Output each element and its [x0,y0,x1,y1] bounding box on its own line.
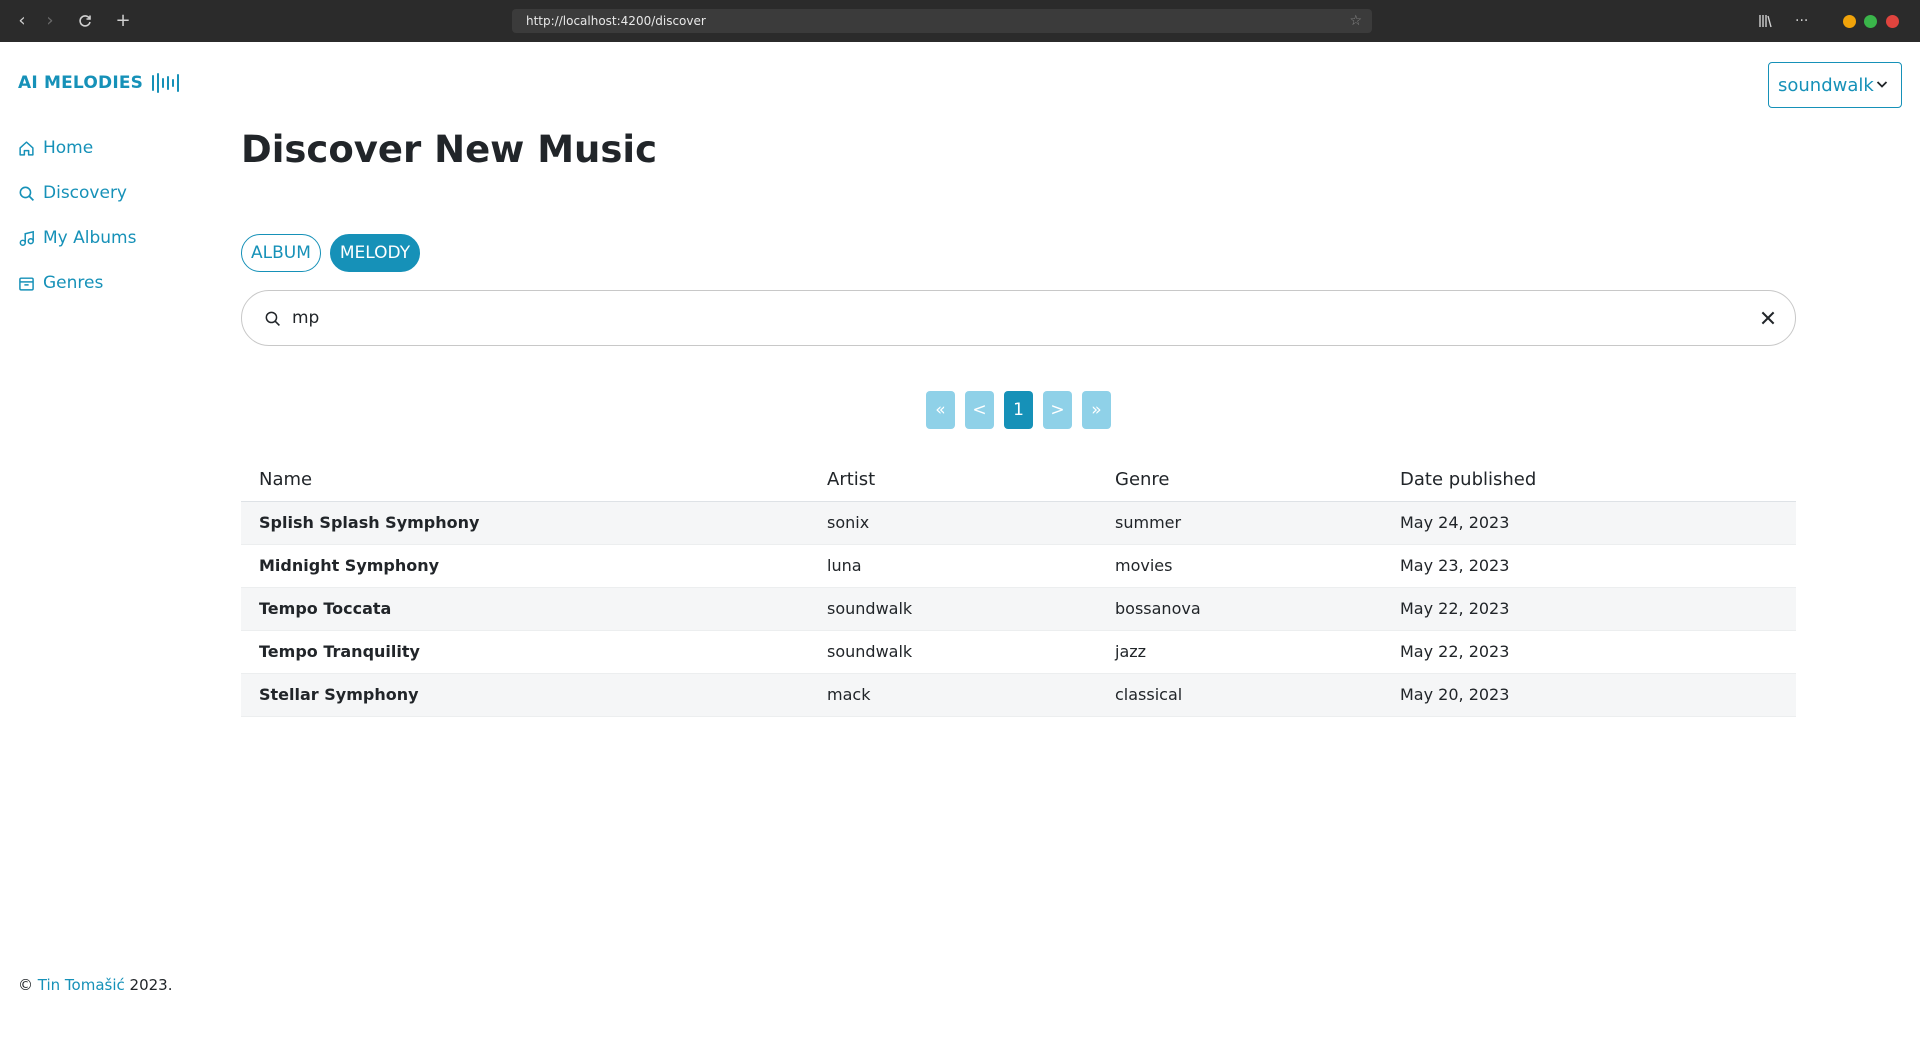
column-header-date[interactable]: Date published [1382,458,1796,502]
melody-name[interactable]: Tempo Tranquility [241,630,809,674]
melody-name[interactable]: Midnight Symphony [241,544,809,588]
melody-artist: soundwalk [809,587,1097,631]
melody-name[interactable]: Stellar Symphony [241,673,809,717]
sidebar-item-home[interactable]: Home [18,135,136,161]
archive-icon [19,276,34,291]
content-type-toggle: ALBUM MELODY [241,234,429,272]
melody-genre: movies [1097,544,1382,588]
menu-dots-icon[interactable]: ··· [1795,9,1808,33]
melody-date: May 23, 2023 [1382,544,1796,588]
melody-toggle-button[interactable]: MELODY [329,234,421,272]
sidebar-item-discovery[interactable]: Discovery [18,180,136,206]
copyright-year: 2023. [129,976,173,994]
forward-icon[interactable]: › [38,9,62,33]
sidebar-item-label: Home [43,138,94,158]
waveform-icon [152,73,180,93]
table-row[interactable]: Tempo Toccata soundwalk bossanova May 22… [241,587,1796,631]
column-header-genre[interactable]: Genre [1097,458,1382,502]
brand-name: AI MELODIES [18,73,144,93]
url-bar[interactable]: http://localhost:4200/discover ☆ [512,9,1372,33]
sidebar-item-my-albums[interactable]: My Albums [18,225,136,251]
melody-artist: luna [809,544,1097,588]
melody-genre: jazz [1097,630,1382,674]
melody-date: May 22, 2023 [1382,587,1796,631]
melody-genre: summer [1097,501,1382,545]
melody-artist: mack [809,673,1097,717]
user-menu-dropdown[interactable]: soundwalk [1768,62,1902,108]
copyright-symbol: © [18,976,33,994]
footer: © Tin Tomašić 2023. [18,976,172,994]
melody-date: May 20, 2023 [1382,673,1796,717]
melody-date: May 22, 2023 [1382,630,1796,674]
table-row[interactable]: Midnight Symphony luna movies May 23, 20… [241,544,1796,588]
minimize-window-icon[interactable] [1843,15,1856,28]
sidebar: Home Discovery My Albums Genres [18,135,136,315]
current-page-button[interactable]: 1 [1004,391,1033,429]
reload-icon[interactable] [73,9,97,33]
new-tab-icon[interactable]: + [111,9,135,33]
maximize-window-icon[interactable] [1864,15,1877,28]
search-icon [19,186,35,201]
previous-page-button[interactable]: < [965,391,994,429]
sidebar-item-label: My Albums [43,228,137,248]
melodies-table: Name Artist Genre Date published Splish … [241,458,1796,717]
clear-search-icon[interactable] [1759,309,1777,327]
melody-date: May 24, 2023 [1382,501,1796,545]
table-header-row: Name Artist Genre Date published [241,458,1796,502]
sidebar-item-label: Genres [43,273,104,293]
close-window-icon[interactable] [1886,15,1899,28]
album-toggle-button[interactable]: ALBUM [241,234,321,272]
first-page-button[interactable]: « [926,391,955,429]
column-header-name[interactable]: Name [241,458,809,502]
sidebar-item-genres[interactable]: Genres [18,270,136,296]
pagination: « < 1 > » [926,391,1121,429]
author-link[interactable]: Tin Tomašić [38,976,125,994]
melody-name[interactable]: Splish Splash Symphony [241,501,809,545]
last-page-button[interactable]: » [1082,391,1111,429]
music-note-icon [19,230,34,246]
table-row[interactable]: Stellar Symphony mack classical May 20, … [241,673,1796,717]
back-icon[interactable]: ‹ [10,9,34,33]
melody-artist: soundwalk [809,630,1097,674]
table-row[interactable]: Splish Splash Symphony sonix summer May … [241,501,1796,545]
page-title: Discover New Music [241,128,658,171]
brand-logo[interactable]: AI MELODIES [18,70,181,96]
search-input[interactable]: mp [292,291,319,345]
browser-toolbar: ‹ › + http://localhost:4200/discover ☆ ·… [0,0,1920,42]
username: soundwalk [1778,74,1874,96]
bookmark-star-icon[interactable]: ☆ [1349,9,1362,33]
column-header-artist[interactable]: Artist [809,458,1097,502]
melody-genre: bossanova [1097,587,1382,631]
next-page-button[interactable]: > [1043,391,1072,429]
chevron-down-icon [1876,81,1888,88]
url-text: http://localhost:4200/discover [526,14,706,28]
search-bar[interactable]: mp [241,290,1796,346]
melody-genre: classical [1097,673,1382,717]
sidebar-item-label: Discovery [43,183,127,203]
library-icon[interactable] [1758,9,1772,33]
home-icon [19,140,34,156]
melody-name[interactable]: Tempo Toccata [241,587,809,631]
melody-artist: sonix [809,501,1097,545]
search-icon [265,311,280,326]
table-row[interactable]: Tempo Tranquility soundwalk jazz May 22,… [241,630,1796,674]
